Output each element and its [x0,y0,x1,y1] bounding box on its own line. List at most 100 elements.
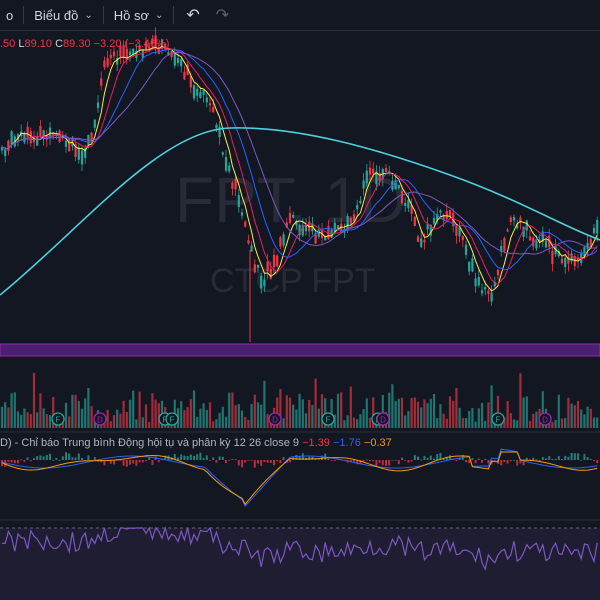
macd-histogram-bar [215,460,218,463]
volume-bar [532,413,535,428]
candle-body [192,85,196,99]
macd-histogram-bar [333,460,336,461]
volume-bar [557,394,560,428]
candle-body [413,216,416,226]
candle-body [39,125,42,137]
macd-histogram-bar [289,460,291,463]
macd-histogram-bar [145,460,147,462]
volume-bar [132,390,135,428]
volume-bar [84,398,87,428]
volume-bar [141,417,144,428]
marker-label: F [170,416,175,425]
macd-histogram-bar [545,458,547,460]
candle-body [260,275,263,289]
volume-bar [314,378,317,428]
candle-body [586,242,589,249]
volume-bar [292,404,295,428]
volume-bar [119,413,122,428]
volume-bar [346,415,349,428]
candle-body [272,254,276,268]
macd-histogram-bar [23,460,26,462]
volume-bar [509,413,512,428]
candle-body [112,51,116,57]
volume-bar [525,396,528,428]
macd-histogram-bar [583,453,586,460]
candle-body [103,60,106,68]
volume-bar [311,405,314,428]
macd-histogram-bar [420,459,423,461]
volume-bar [7,407,10,428]
macd-histogram-bar [455,460,458,462]
open-value: .50 [0,38,16,50]
volume-bar [122,400,125,428]
candle-body [224,157,228,171]
volume-bar [224,416,228,428]
volume-bar [183,410,186,428]
candle-body [180,59,183,67]
macd-histogram-bar [228,459,231,461]
candle-body [426,224,429,230]
candle-body [279,237,282,247]
macd-histogram-bar [509,460,512,462]
volume-bar [554,420,557,428]
macd-histogram-bar [61,456,64,460]
macd-histogram-bar [209,460,211,461]
volume-bar [468,410,471,428]
marker-label: F [326,416,331,425]
volume-bar [308,399,311,428]
volume-bar [471,407,474,428]
candle-body [528,236,532,241]
candle-body [68,138,71,152]
volume-bar [477,408,480,428]
macd-histogram-bar [234,459,237,461]
candle-body [445,210,448,220]
volume-bar [391,384,394,428]
volume-bar [592,417,596,428]
candle-body [480,290,484,294]
macd-legend[interactable]: D) - Chỉ báo Trung bình Động hội tụ và p… [0,437,392,449]
ohlc-legend: .50 L89.10 C89.30 −3.20 (−3.46%) [0,38,169,50]
macd-histogram-bar [157,460,160,463]
candle-body [423,240,426,243]
macd-histogram-bar [276,460,279,462]
macd-histogram-bar [561,459,563,460]
candle-body [212,106,215,113]
volume-bar [74,394,77,428]
volume-bar [304,413,308,428]
volume-bar [407,411,410,428]
volume-bar [362,409,365,428]
volume-bar [413,397,416,428]
macd-histogram-bar [193,455,195,460]
candle-body [96,102,100,109]
volume-bar [301,399,304,428]
candle-body [384,168,388,172]
volume-bar [452,400,455,428]
candle-body [292,214,295,218]
volume-bar [23,408,26,428]
candle-body [509,217,512,223]
candle-body [93,119,96,128]
volume-bar [439,404,442,428]
macd-histogram-bar [477,458,480,460]
candle-body [100,78,103,86]
macd-histogram-bar [244,460,247,463]
macd-histogram-bar [253,460,256,468]
marker-label: D [97,416,103,425]
macd-histogram-bar [7,460,10,462]
price-chart-canvas[interactable]: FPT, 1D CTCP FPT FDFFDFFDFD [0,0,600,600]
macd-histogram-bar [596,460,599,464]
macd-histogram-bar [221,456,224,460]
volume-bar [260,404,263,428]
volume-bar [461,418,464,428]
volume-bar [410,397,413,428]
volume-bar [154,399,157,428]
macd-histogram-bar [557,456,560,460]
rsi-band-background [0,528,600,600]
candle-body [468,261,471,272]
candle-body [282,234,285,246]
candle-body [362,180,365,189]
earnings-marker: F [491,412,505,426]
macd-histogram-bar [573,453,576,460]
macd-histogram-bar [55,457,58,460]
volume-bar [263,380,266,428]
